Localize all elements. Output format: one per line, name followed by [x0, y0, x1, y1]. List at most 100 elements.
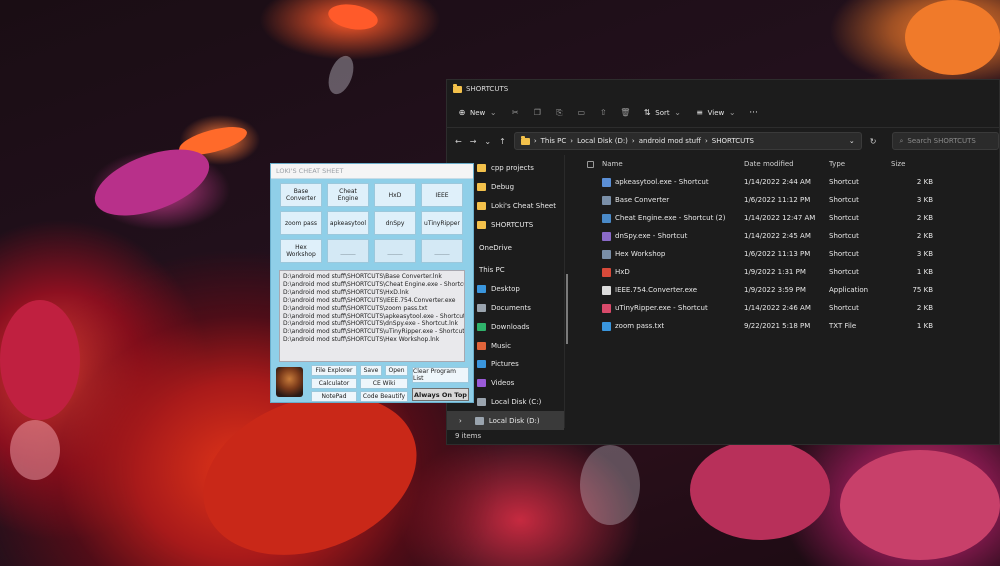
new-button[interactable]: ⊕ New ⌄ — [457, 108, 498, 118]
nav-item-label: This PC — [479, 266, 505, 275]
program-list-box[interactable]: D:\android mod stuff\SHORTCUTS\Base Conv… — [279, 270, 465, 362]
folder-icon — [520, 135, 530, 145]
file-size: 75 KB — [912, 286, 933, 294]
program-button[interactable]: HxD — [374, 183, 416, 207]
chevron-down-icon: ⌄ — [728, 108, 736, 117]
command-bar: ⊕ New ⌄ ✂ ❐ ⎘ ▭ ⇧ 🗑 ⇅ Sort ⌄ ≡ View ⌄ ··… — [447, 98, 999, 128]
file-row[interactable]: dnSpy.exe - Shortcut 1/14/2022 2:45 AM Sho… — [587, 227, 999, 245]
search-placeholder: Search SHORTCUTS — [907, 137, 976, 145]
column-size[interactable]: Size — [887, 160, 933, 168]
file-size: 2 KB — [916, 232, 933, 240]
file-row[interactable]: Cheat Engine.exe - Shortcut (2) 1/14/2022… — [587, 209, 999, 227]
program-button[interactable]: IEEE — [421, 183, 463, 207]
shortcut-icon — [602, 177, 611, 187]
program-list-item[interactable]: D:\android mod stuff\SHORTCUTS\uTinyRipp… — [283, 328, 464, 336]
nav-item-label: Desktop — [491, 285, 520, 294]
program-button[interactable]: _____ — [374, 239, 416, 263]
file-row[interactable]: zoom pass.txt 9/22/2021 5:18 PM TXT File 1 … — [587, 317, 999, 335]
wallpaper-blob — [580, 445, 640, 525]
file-type: Application — [829, 286, 869, 294]
more-options-button[interactable]: ··· — [749, 108, 758, 118]
program-button[interactable]: dnSpy — [374, 211, 416, 235]
address-bar[interactable]: › This PC › Local Disk (D:) › android mo… — [513, 132, 862, 150]
program-button[interactable]: Hex Workshop — [280, 239, 322, 263]
code-beautify-button[interactable]: Code Beautify — [360, 391, 408, 402]
file-explorer-button[interactable]: File Explorer — [311, 365, 357, 376]
file-row[interactable]: Base Converter 1/6/2022 11:12 PM Shortcut 3… — [587, 191, 999, 209]
chevron-right-icon[interactable]: › — [459, 417, 462, 425]
open-button[interactable]: Open — [385, 365, 408, 376]
share-icon[interactable]: ⇧ — [598, 108, 608, 118]
window-title-bar[interactable]: SHORTCUTS — [447, 80, 999, 98]
file-row[interactable]: IEEE.754.Converter.exe 1/9/2022 3:59 PM Ap… — [587, 281, 999, 299]
column-type[interactable]: Type — [829, 160, 887, 168]
back-icon[interactable]: ← — [455, 137, 462, 146]
program-button[interactable]: zoom pass — [280, 211, 322, 235]
nav-item-label: Local Disk (C:) — [491, 397, 542, 406]
file-name: zoom pass.txt — [615, 322, 665, 330]
file-row[interactable]: Hex Workshop 1/6/2022 11:13 PM Shortcut 3 K… — [587, 245, 999, 263]
breadcrumb-android-mod-stuff[interactable]: android mod stuff — [639, 137, 701, 145]
exe-icon — [602, 285, 611, 295]
always-on-top-button[interactable]: Always On Top — [412, 388, 469, 401]
search-input[interactable]: ⌕ Search SHORTCUTS — [892, 132, 999, 150]
program-list-item[interactable]: D:\android mod stuff\SHORTCUTS\IEEE.754.… — [283, 297, 461, 305]
file-row[interactable]: HxD 1/9/2022 1:31 PM Shortcut 1 KB — [587, 263, 999, 281]
downloads-icon — [477, 322, 486, 331]
nav-item-label: Pictures — [491, 360, 519, 369]
program-list-item[interactable]: D:\android mod stuff\SHORTCUTS\HxD.lnk — [283, 289, 461, 297]
up-icon[interactable]: ↑ — [499, 137, 506, 146]
sort-button[interactable]: ⇅ Sort ⌄ — [642, 108, 682, 118]
program-button[interactable]: uTinyRipper — [421, 211, 463, 235]
address-dropdown-icon[interactable]: ⌄ — [849, 137, 855, 145]
select-all-checkbox[interactable] — [587, 160, 594, 168]
view-button[interactable]: ≡ View ⌄ — [695, 108, 738, 118]
paste-icon[interactable]: ⎘ — [554, 108, 564, 118]
file-row[interactable]: uTinyRipper.exe - Shortcut 1/14/2022 2:46… — [587, 299, 999, 317]
cheat-engine-icon — [602, 213, 611, 223]
program-list-item[interactable]: D:\android mod stuff\SHORTCUTS\apkeasyto… — [283, 313, 464, 321]
file-type: TXT File — [829, 322, 857, 330]
clear-program-list-button[interactable]: Clear Program List — [412, 367, 469, 383]
program-button[interactable]: apkeasytool — [327, 211, 369, 235]
nav-item-label: OneDrive — [479, 243, 512, 252]
folder-icon — [477, 164, 486, 173]
program-button[interactable]: _____ — [421, 239, 463, 263]
calculator-button[interactable]: Calculator — [311, 378, 357, 389]
program-button[interactable]: Cheat Engine — [327, 183, 369, 207]
program-list-item[interactable]: D:\android mod stuff\SHORTCUTS\zoom pass… — [283, 305, 461, 313]
forward-icon[interactable]: → — [470, 137, 477, 146]
breadcrumb-shortcuts[interactable]: SHORTCUTS — [712, 137, 754, 145]
program-button[interactable]: _____ — [327, 239, 369, 263]
file-type: Shortcut — [829, 250, 859, 258]
refresh-icon[interactable]: ↻ — [870, 137, 877, 146]
program-list-item[interactable]: D:\android mod stuff\SHORTCUTS\Hex Works… — [283, 336, 461, 344]
column-name[interactable]: Name — [602, 160, 744, 168]
cut-icon[interactable]: ✂ — [510, 108, 520, 118]
chevron-down-icon: ⌄ — [489, 108, 497, 117]
shortcut-icon — [602, 231, 611, 241]
column-date-modified[interactable]: Date modified — [744, 160, 829, 168]
delete-icon[interactable]: 🗑 — [620, 108, 630, 118]
breadcrumb-this-pc[interactable]: This PC — [541, 137, 567, 145]
rename-icon[interactable]: ▭ — [576, 108, 586, 118]
file-row[interactable]: apkeasytool.exe - Shortcut 1/14/2022 2:44… — [587, 173, 999, 191]
program-button[interactable]: Base Converter — [280, 183, 322, 207]
save-button[interactable]: Save — [360, 365, 382, 376]
program-list-item[interactable]: D:\android mod stuff\SHORTCUTS\dnSpy.exe… — [283, 320, 461, 328]
file-name-cell: Hex Workshop — [602, 249, 744, 259]
text-file-icon — [602, 321, 611, 331]
breadcrumb-local-disk[interactable]: Local Disk (D:) — [577, 137, 628, 145]
navigation-scrollbar[interactable] — [566, 274, 568, 344]
program-list-item[interactable]: D:\android mod stuff\SHORTCUTS\Base Conv… — [283, 273, 461, 281]
program-list-item[interactable]: D:\android mod stuff\SHORTCUTS\Cheat Eng… — [283, 281, 464, 289]
file-date: 1/6/2022 11:13 PM — [744, 250, 811, 258]
wallpaper-blob — [10, 420, 60, 480]
cheat-sheet-title-bar[interactable]: LOKI'S CHEAT SHEET — [271, 164, 473, 179]
pictures-icon — [477, 360, 486, 369]
recent-chevron-icon[interactable]: ⌄ — [484, 137, 491, 146]
notepad-button[interactable]: NotePad — [311, 391, 357, 402]
file-type: Shortcut — [829, 214, 859, 222]
copy-icon[interactable]: ❐ — [532, 108, 542, 118]
ce-wiki-button[interactable]: CE Wiki — [360, 378, 408, 389]
